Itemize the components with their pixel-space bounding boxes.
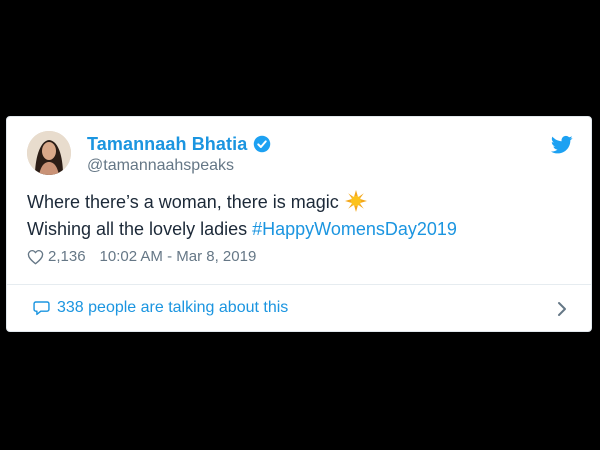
- tweet-line-1: Where there’s a woman, there is magic: [27, 189, 457, 216]
- tweet-line-2: Wishing all the lovely ladies #HappyWome…: [27, 216, 457, 243]
- twitter-bird-icon[interactable]: [551, 135, 573, 155]
- chevron-right-icon[interactable]: [557, 301, 567, 317]
- verified-badge-icon: [254, 135, 271, 153]
- tweet-line-2-text: Wishing all the lovely ladies: [27, 219, 253, 239]
- tweet-timestamp[interactable]: 10:02 AM - Mar 8, 2019: [100, 248, 257, 265]
- hashtag-link[interactable]: #HappyWomensDay2019: [252, 219, 457, 239]
- conversation-count-text: 338 people are talking about this: [57, 299, 289, 316]
- display-name-row: Tamannaah Bhatia: [87, 134, 271, 154]
- display-name[interactable]: Tamannaah Bhatia: [87, 134, 247, 155]
- conversation-link[interactable]: 338 people are talking about this: [27, 285, 573, 332]
- tweet-card: Tamannaah Bhatia @tamannaahspeaks Where …: [6, 116, 592, 332]
- like-count[interactable]: 2,136: [48, 248, 86, 265]
- tweet-line-1-text: Where there’s a woman, there is magic: [27, 192, 339, 212]
- tweet-header: Tamannaah Bhatia @tamannaahspeaks: [27, 131, 573, 175]
- user-handle[interactable]: @tamannaahspeaks: [87, 157, 271, 175]
- tweet-text: Where there’s a woman, there is magic Wi…: [27, 189, 457, 243]
- sun-emoji-icon: [344, 190, 367, 212]
- tweet-meta: 2,136 10:02 AM - Mar 8, 2019: [27, 248, 256, 265]
- user-names: Tamannaah Bhatia @tamannaahspeaks: [87, 134, 271, 175]
- heart-icon[interactable]: [27, 249, 44, 265]
- speech-bubble-icon: [33, 301, 50, 316]
- avatar[interactable]: [27, 131, 71, 175]
